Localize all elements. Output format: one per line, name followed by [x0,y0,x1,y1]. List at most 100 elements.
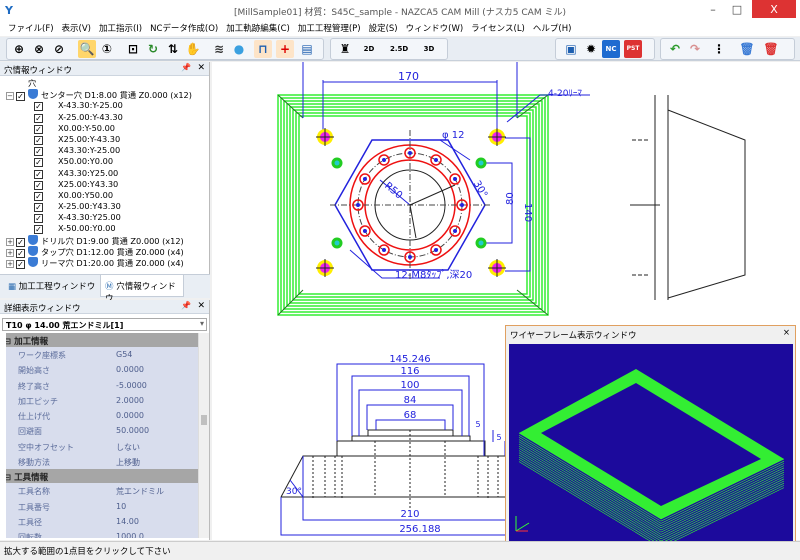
pst-icon[interactable]: PST [624,40,642,58]
grid-row[interactable]: 開始高さ 0.0000 [6,362,198,377]
tree-group[interactable]: + ✓ リーマ穴 D1:20.00 貫通 Z0.000 (x4) [6,257,209,269]
pin-icon[interactable]: 📌 [181,301,191,310]
menu-view[interactable]: 表示(V) [60,18,97,36]
2-5d-tool-icon[interactable]: 2.5D [390,40,408,58]
grid-row[interactable]: 工具番号 10 [6,499,198,514]
zoom-one-icon[interactable]: ① [98,40,116,58]
tab-hole-info[interactable]: Ⓜ 穴情報ウィンドウ [100,275,184,304]
hole-item[interactable]: ✓ X0.00:Y-50.00 [6,123,209,134]
trash-blue-icon[interactable]: 🗑 [738,40,756,58]
hole-item[interactable]: ✓ X0.00:Y50.00 [6,190,209,201]
hole-item[interactable]: ✓ X25.00:Y-43.30 [6,134,209,145]
expand-icon[interactable]: + [6,237,14,246]
3d-tool-icon[interactable]: 3D [420,40,438,58]
collapse-icon[interactable]: ⊟ [6,337,14,347]
scrollbar[interactable] [198,333,209,538]
zoom-window-icon[interactable]: ⊕ [10,40,28,58]
zoom-all-icon[interactable]: ⊗ [30,40,48,58]
menu-path-edit[interactable]: 加工軌跡編集(C) [224,18,296,36]
hole-item[interactable]: ✓ X43.30:Y-25.00 [6,145,209,157]
minimize-button[interactable]: – [700,0,726,20]
hole-item[interactable]: ✓ X-50.00:Y0.00 [6,223,209,235]
checkbox[interactable]: ✓ [34,214,43,224]
tree-group[interactable]: + ✓ ドリル穴 D1:9.00 貫通 Z0.000 (x12) [6,234,209,247]
hole-item[interactable]: ✓ X-25.00:Y-43.30 [6,112,209,123]
checkbox[interactable]: ✓ [34,191,43,201]
grid-row[interactable]: ワーク座標系 G54 [6,347,198,362]
grid-row[interactable]: 工具径 14.00 [6,514,198,529]
checkbox[interactable]: ✓ [16,260,25,269]
trash-red-icon[interactable]: 🗑 [762,40,780,58]
hole-item[interactable]: ✓ X-43.30:Y25.00 [6,212,209,224]
crosshair-icon[interactable]: + [276,40,294,58]
wireframe-view[interactable] [509,344,793,548]
menu-license[interactable]: ライセンス(L) [469,18,531,36]
fit-view-icon[interactable]: ⊡ [124,40,142,58]
menu-machining[interactable]: 加工指示(I) [97,18,148,36]
grid-row[interactable]: 回転数 1000.0 [6,529,198,538]
redo-icon[interactable]: ↷ [686,40,704,58]
sphere-icon[interactable]: ● [230,40,248,58]
collapse-icon[interactable]: − [6,92,14,101]
checkbox[interactable]: ✓ [34,180,43,190]
expand-icon[interactable]: + [6,248,14,257]
menu-window[interactable]: ウィンドウ(W) [404,18,470,36]
frame-icon[interactable]: ▣ [562,40,580,58]
checkbox[interactable]: ✓ [34,169,43,179]
grid-row[interactable]: 終了高さ -5.0000 [6,378,198,393]
tool-select[interactable]: T10 φ 14.00 荒エンドミル[1] ▾ [2,318,207,331]
grid-row[interactable]: 回避面 50.0000 [6,423,198,438]
layers-icon[interactable]: ≋ [210,40,228,58]
checkbox[interactable]: ✓ [34,135,43,145]
close-icon[interactable]: ✕ [197,301,205,311]
checkbox[interactable]: ✓ [34,102,43,112]
menu-file[interactable]: ファイル(F) [6,18,60,36]
menu-process[interactable]: 加工工程管理(P) [296,18,367,36]
rotate-view-icon[interactable]: ↻ [144,40,162,58]
checkbox[interactable]: ✓ [34,113,43,123]
checkbox[interactable]: ✓ [34,158,43,168]
flip-icon[interactable]: ⇅ [164,40,182,58]
zoom-previous-icon[interactable]: ⊘ [50,40,68,58]
grid-section[interactable]: ⊟ 加工情報 [6,333,198,347]
menu-nc-data[interactable]: NCデータ作成(O) [148,18,224,36]
hole-item[interactable]: ✓ X-25.00:Y43.30 [6,201,209,213]
pan-hand-icon[interactable]: ✋ [184,40,202,58]
hole-item[interactable]: ✓ X-43.30:Y-25.00 [6,100,209,112]
grid-row[interactable]: 空中オフセット しない [6,439,198,454]
expand-icon[interactable]: + [6,260,14,268]
checkbox[interactable]: ✓ [34,225,43,235]
chevron-down-icon[interactable]: ▾ [200,319,204,328]
hole-item[interactable]: ✓ X25.00:Y43.30 [6,179,209,190]
gear-icon[interactable]: ✹ [582,40,600,58]
undo-icon[interactable]: ↶ [666,40,684,58]
maximize-button[interactable]: □ [724,0,750,20]
close-button[interactable]: X [752,0,796,20]
checkbox[interactable]: ✓ [34,203,43,213]
hole-item[interactable]: ✓ X50.00:Y0.00 [6,156,209,168]
menu-help[interactable]: ヘルプ(H) [531,18,578,36]
grid-row[interactable]: 加工ピッチ 2.0000 [6,393,198,408]
2d-tool-icon[interactable]: 2D [360,40,378,58]
tree-group[interactable]: − ✓ センター穴 D1:8.00 貫通 Z0.000 (x12) [6,89,209,102]
nc-icon[interactable]: NC [602,40,620,58]
menu-settings[interactable]: 設定(S) [367,18,404,36]
grid-row[interactable]: 移動方法 上移動 [6,454,198,469]
zoom-magnify-icon[interactable]: 🔍 [78,40,96,58]
grid-row[interactable]: 工具名称 荒エンドミル [6,483,198,498]
tab-process-window[interactable]: ▦ 加工工程ウィンドウ [4,275,99,297]
checkbox[interactable]: ✓ [34,147,43,157]
checkbox[interactable]: ✓ [34,124,43,134]
pin-icon[interactable]: 📌 [181,63,191,72]
grid-row[interactable]: 仕上げ代 0.0000 [6,408,198,423]
hole-item[interactable]: ✓ X43.30:Y25.00 [6,168,209,179]
close-icon[interactable]: ✕ [197,63,205,73]
collapse-icon[interactable]: ⊟ [6,473,14,483]
hole-view-icon[interactable]: ▤ [298,40,316,58]
hole-dim-icon[interactable]: ⊓ [254,40,272,58]
tree-icon[interactable]: ⋮ [710,40,728,58]
tree-group[interactable]: + ✓ タップ穴 D1:12.00 貫通 Z0.000 (x4) [6,245,209,258]
grid-section[interactable]: ⊟ 工具情報 [6,469,198,484]
wireframe-close-button[interactable]: × [783,328,790,338]
machine-icon[interactable]: ♜ [336,40,354,58]
